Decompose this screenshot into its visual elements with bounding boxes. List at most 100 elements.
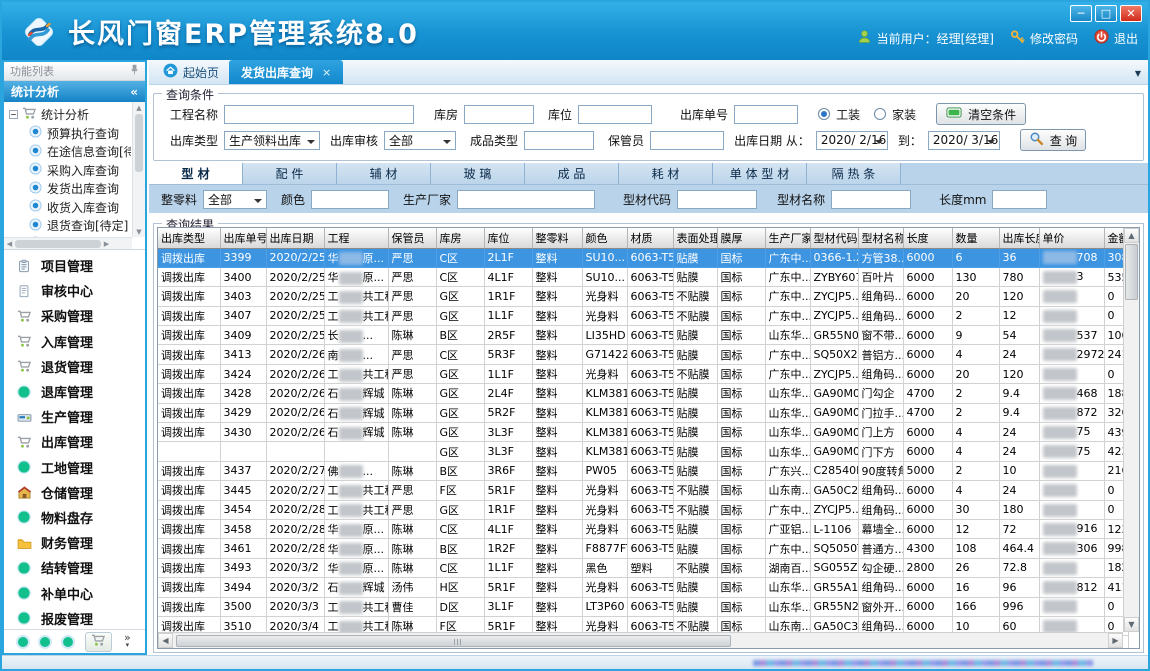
grid-cell[interactable]: 780: [999, 267, 1039, 286]
grid-cell[interactable]: 国标: [717, 597, 765, 616]
grid-cell[interactable]: 山东华...: [765, 423, 810, 442]
grid-cell[interactable]: 贴膜: [673, 345, 717, 364]
table-row[interactable]: 调拨出库35002020/3/3工共工程曹佳D区3L1F整料LT3P606063…: [158, 597, 1128, 616]
grid-cell[interactable]: 9.4: [999, 403, 1039, 422]
grid-cell[interactable]: GR55A11: [810, 578, 858, 597]
grid-cell[interactable]: 2020/3/2: [266, 578, 324, 597]
grid-cell[interactable]: ZYCJP5...: [810, 500, 858, 519]
grid-cell[interactable]: 916: [1039, 519, 1104, 538]
table-row[interactable]: 调拨出库34452020/2/27工共工程严思F区5R1F整料光身料6063-T…: [158, 481, 1128, 500]
grid-cell[interactable]: 6000: [903, 364, 952, 383]
grid-cell[interactable]: 2R5F: [484, 326, 532, 345]
home-decoration-radio-label[interactable]: 家装: [892, 106, 916, 123]
grid-cell[interactable]: 6063-T5: [627, 403, 673, 422]
grid-cell[interactable]: 3409: [220, 326, 266, 345]
grid-cell[interactable]: 整料: [532, 423, 582, 442]
grid-cell[interactable]: 调拨出库: [158, 519, 220, 538]
grid-cell[interactable]: 山东华...: [765, 578, 810, 597]
grid-cell[interactable]: 90度转角: [858, 461, 903, 480]
sidebar-item-报废管理[interactable]: 报废管理: [4, 606, 145, 629]
grid-cell[interactable]: 0366-1.2: [810, 248, 858, 267]
grid-cell[interactable]: 537: [1039, 326, 1104, 345]
grid-cell[interactable]: LT3P60: [582, 597, 627, 616]
grid-column-header[interactable]: 出库单号: [220, 228, 266, 248]
grid-cell[interactable]: 6000: [903, 597, 952, 616]
grid-cell[interactable]: 贴膜: [673, 539, 717, 558]
sidebar-item-入库管理[interactable]: 入库管理: [4, 329, 145, 354]
grid-cell[interactable]: 整料: [532, 597, 582, 616]
grid-cell[interactable]: 广东中...: [765, 539, 810, 558]
manufacturer-input[interactable]: [457, 190, 595, 209]
grid-cell[interactable]: F8877FT: [582, 539, 627, 558]
grid-cell[interactable]: 贴膜: [673, 326, 717, 345]
grid-cell[interactable]: 6000: [903, 423, 952, 442]
sidebar-item-物料盘存[interactable]: 物料盘存: [4, 505, 145, 530]
grid-cell[interactable]: 整料: [532, 384, 582, 403]
grid-cell[interactable]: ZYCJP5...: [810, 287, 858, 306]
grid-cell[interactable]: 3429: [220, 403, 266, 422]
grid-cell[interactable]: [1039, 597, 1104, 616]
grid-cell[interactable]: 国标: [717, 326, 765, 345]
grid-cell[interactable]: 4300: [903, 539, 952, 558]
grid-cell[interactable]: 72.8: [999, 558, 1039, 577]
grid-cell[interactable]: [1039, 461, 1104, 480]
grid-cell[interactable]: 国标: [717, 287, 765, 306]
grid-cell[interactable]: 6000: [903, 481, 952, 500]
grid-cell[interactable]: C区: [436, 267, 484, 286]
grid-cell[interactable]: 普通方...: [858, 539, 903, 558]
table-row[interactable]: 调拨出库34372020/2/27佛...陈琳B区3R6F整料PW056063-…: [158, 461, 1128, 480]
grid-cell[interactable]: 2: [952, 384, 999, 403]
grid-cell[interactable]: [158, 442, 220, 461]
grid-cell[interactable]: 2020/2/25: [266, 287, 324, 306]
grid-cell[interactable]: 贴膜: [673, 384, 717, 403]
grid-cell[interactable]: 整料: [532, 248, 582, 267]
grid-cell[interactable]: 整料: [532, 578, 582, 597]
grid-cell[interactable]: PW05: [582, 461, 627, 480]
grid-cell[interactable]: 2: [952, 306, 999, 325]
grid-cell[interactable]: 山东华...: [765, 326, 810, 345]
table-row[interactable]: 调拨出库34612020/2/28华原...陈琳B区1R2F整料F8877FT6…: [158, 539, 1128, 558]
tree-horizontal-scrollbar[interactable]: ◀ ▶: [4, 237, 132, 249]
grid-horizontal-scrollbar[interactable]: ◀ ▶: [158, 632, 1123, 648]
grid-cell[interactable]: 不贴膜: [673, 306, 717, 325]
grid-cell[interactable]: 调拨出库: [158, 345, 220, 364]
grid-cell[interactable]: 3L3F: [484, 423, 532, 442]
grid-cell[interactable]: 广东中...: [765, 345, 810, 364]
grid-cell[interactable]: 严思: [388, 364, 436, 383]
industrial-radio-label[interactable]: 工装: [836, 106, 860, 123]
grid-cell[interactable]: 调拨出库: [158, 500, 220, 519]
sidebar-item-生产管理[interactable]: 生产管理: [4, 404, 145, 429]
scroll-up-icon[interactable]: ▲: [1124, 228, 1139, 243]
grid-cell[interactable]: 工共工程: [324, 306, 388, 325]
grid-cell[interactable]: 贴膜: [673, 578, 717, 597]
grid-cell[interactable]: G区: [436, 442, 484, 461]
grid-cell[interactable]: 6000: [903, 267, 952, 286]
grid-column-header[interactable]: 数量: [952, 228, 999, 248]
grid-cell[interactable]: 120: [999, 364, 1039, 383]
tree-item[interactable]: 发货出库查询: [9, 180, 131, 199]
grid-cell[interactable]: 3454: [220, 500, 266, 519]
grid-cell[interactable]: 2020/2/26: [266, 345, 324, 364]
grid-cell[interactable]: 75: [1039, 442, 1104, 461]
grid-cell[interactable]: 光身料: [582, 306, 627, 325]
grid-cell[interactable]: 不贴膜: [673, 364, 717, 383]
grid-cell[interactable]: 光身料: [582, 578, 627, 597]
grid-cell[interactable]: 国标: [717, 248, 765, 267]
grid-cell[interactable]: 2020/2/28: [266, 500, 324, 519]
grid-cell[interactable]: 光身料: [582, 364, 627, 383]
scroll-down-icon[interactable]: ▼: [1124, 617, 1139, 632]
grid-cell[interactable]: 工共工程: [324, 597, 388, 616]
material-tab[interactable]: 成 品: [525, 163, 619, 184]
grid-cell[interactable]: 广东中...: [765, 306, 810, 325]
grid-cell[interactable]: 贴膜: [673, 442, 717, 461]
grid-cell[interactable]: 勾企硬...: [858, 558, 903, 577]
grid-cell[interactable]: 整料: [532, 306, 582, 325]
table-row[interactable]: 调拨出库34932020/3/2华原...陈琳C区1L1F整料黑色塑料不贴膜国标…: [158, 558, 1128, 577]
grid-cell[interactable]: 工共工程: [324, 481, 388, 500]
grid-cell[interactable]: 整料: [532, 326, 582, 345]
grid-cell[interactable]: 4700: [903, 384, 952, 403]
material-tab[interactable]: 玻 璃: [431, 163, 525, 184]
tab-shipment-query[interactable]: 发货出库查询 ×: [229, 60, 343, 84]
grid-cell[interactable]: 468: [1039, 384, 1104, 403]
grid-cell[interactable]: 陈琳: [388, 461, 436, 480]
